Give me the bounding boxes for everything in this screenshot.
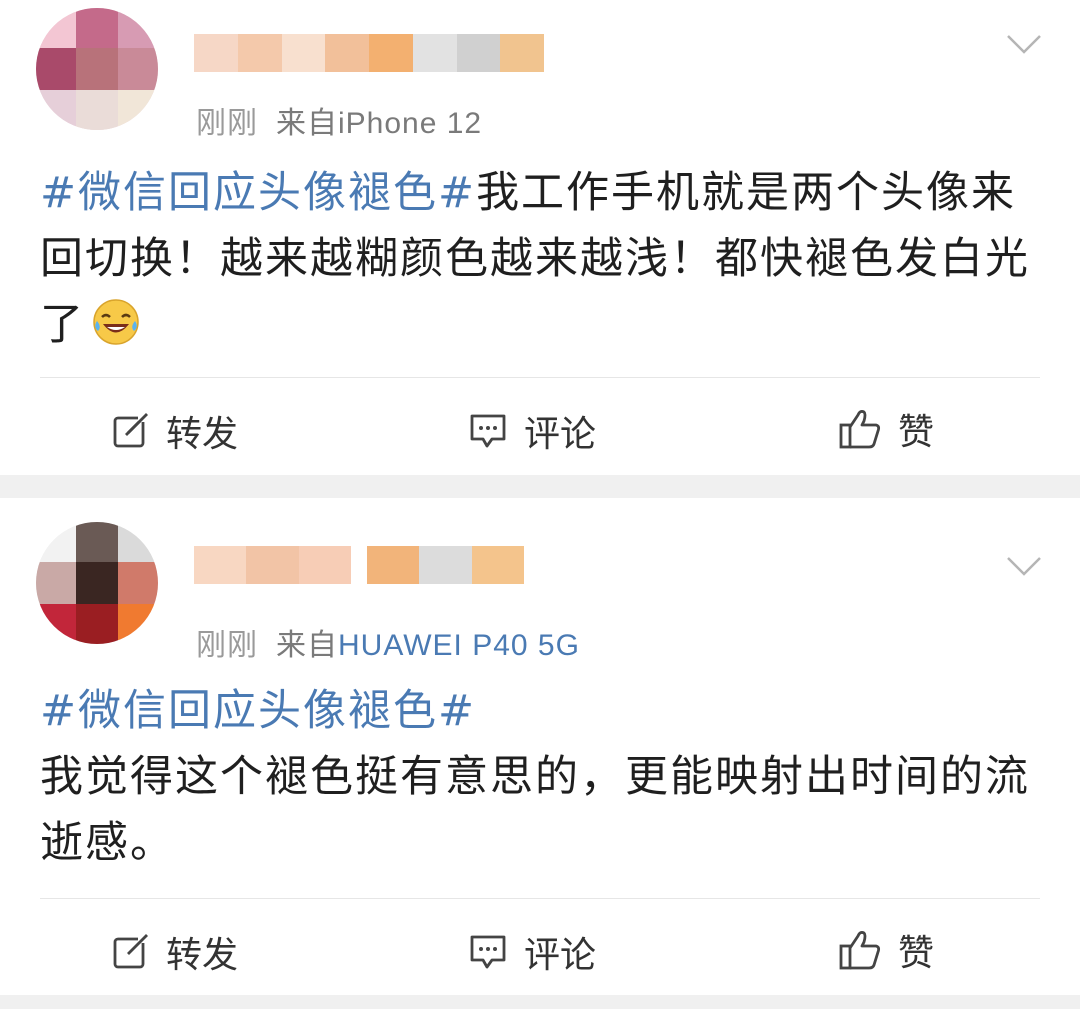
username-blurred[interactable] [194,34,544,72]
repost-icon [113,933,150,969]
action-bar: 转发 评论 赞 [0,385,1080,465]
post-meta: 刚刚 来自iPhone 12 [196,98,482,142]
post-source[interactable]: 来自iPhone 12 [276,107,482,140]
like-button[interactable]: 赞 [838,924,934,976]
repost-icon [113,412,150,448]
hashtag-link[interactable]: #微信回应头像褪色# [40,168,476,218]
divider [40,898,1040,899]
chevron-down-icon[interactable] [1006,556,1042,576]
like-label: 赞 [898,412,935,453]
like-button[interactable]: 赞 [838,403,934,455]
like-label: 赞 [898,933,935,974]
repost-label: 转发 [166,414,239,455]
comment-icon [470,935,506,969]
comment-button[interactable]: 评论 [468,926,596,978]
comment-label: 评论 [524,414,597,455]
repost-button[interactable]: 转发 [112,926,238,978]
comment-button[interactable]: 评论 [468,405,596,457]
post-time: 刚刚 [196,629,258,662]
avatar[interactable] [36,8,158,130]
post-text: 我觉得这个褪色挺有意思的，更能映射出时间的流逝感。 [40,752,1030,868]
action-bar: 转发 评论 赞 [0,906,1080,986]
thumbs-up-icon [839,931,881,970]
weibo-post-1: 刚刚 来自iPhone 12 #微信回应头像褪色#我工作手机就是两个头像来回切换！… [0,0,1080,475]
username-blurred[interactable] [194,546,524,584]
comment-icon [470,414,506,448]
repost-label: 转发 [166,935,239,976]
repost-button[interactable]: 转发 [112,405,238,457]
chevron-down-icon[interactable] [1006,34,1042,54]
post-content: #微信回应头像褪色# 我觉得这个褪色挺有意思的，更能映射出时间的流逝感。 [40,678,1040,876]
post-time: 刚刚 [196,107,258,140]
hashtag-link[interactable]: #微信回应头像褪色# [40,678,1040,744]
divider [40,377,1040,378]
post-source-prefix: 来自 [276,629,338,662]
comment-label: 评论 [524,935,597,976]
post-meta: 刚刚 来自HUAWEI P40 5G [196,620,580,664]
avatar[interactable] [36,522,158,644]
thumbs-up-icon [839,410,881,449]
post-content: #微信回应头像褪色#我工作手机就是两个头像来回切换！越来越糊颜色越来越浅！都快褪… [40,160,1040,358]
post-source[interactable]: HUAWEI P40 5G [338,629,580,662]
laugh-crying-emoji-icon [93,299,139,345]
weibo-post-2: 刚刚 来自HUAWEI P40 5G #微信回应头像褪色# 我觉得这个褪色挺有意思… [0,498,1080,995]
